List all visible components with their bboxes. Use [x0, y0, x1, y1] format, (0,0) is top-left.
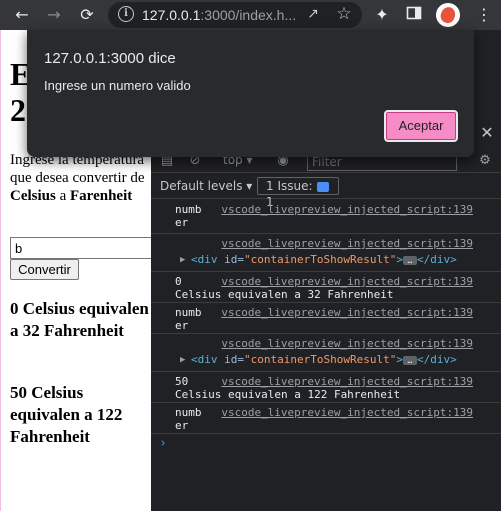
prompt-chevron-icon: ›	[159, 436, 167, 451]
extensions-puzzle-icon[interactable]: ✦	[372, 5, 392, 25]
temperature-input[interactable]	[10, 237, 151, 259]
dialog-message: Ingrese un numero valido	[44, 78, 191, 93]
site-info-icon[interactable]: i	[118, 6, 134, 22]
alert-dialog: 127.0.0.1:3000 dice Ingrese un numero va…	[27, 30, 474, 157]
conversion-prompt: Ingrese la temperatura que desea convert…	[10, 151, 150, 205]
console-log: vscode_livepreview_injected_script:139 n…	[151, 200, 501, 454]
url-text: 127.0.0.1:3000/index.h...	[142, 7, 297, 23]
convert-button[interactable]: Convertir	[10, 259, 79, 280]
issues-button[interactable]: 1 Issue:1	[257, 177, 339, 209]
console-message: vscode_livepreview_injected_script:139 n…	[151, 403, 501, 434]
source-link[interactable]: vscode_livepreview_injected_script:139	[221, 275, 473, 288]
collapsed-children-icon[interactable]: …	[402, 255, 417, 265]
console-message: vscode_livepreview_injected_script:139 n…	[151, 200, 501, 234]
prompt-connector: a	[59, 188, 67, 204]
console-message: vscode_livepreview_injected_script:139 ▶…	[151, 334, 501, 372]
reload-icon[interactable]: ⟳	[77, 5, 97, 25]
console-message: vscode_livepreview_injected_script:139 n…	[151, 303, 501, 334]
address-bar[interactable]: i 127.0.0.1:3000/index.h... ↗ ☆	[108, 2, 362, 28]
browser-toolbar: ← → ⟳ i 127.0.0.1:3000/index.h... ↗ ☆ ✦ …	[0, 0, 501, 30]
default-levels-dropdown[interactable]: Default levels ▾	[160, 179, 252, 193]
source-link[interactable]: vscode_livepreview_injected_script:139	[221, 306, 473, 319]
expand-caret-icon[interactable]: ▶	[180, 254, 185, 267]
console-settings-gear-icon[interactable]: ⚙	[477, 153, 493, 169]
source-link[interactable]: vscode_livepreview_injected_script:139	[221, 237, 473, 250]
levels-toolbar: Default levels ▾ 1 Issue:1	[151, 173, 501, 209]
console-message: vscode_livepreview_injected_script:139 ▶…	[151, 234, 501, 272]
side-panel-icon[interactable]	[404, 5, 424, 25]
menu-kebab-icon[interactable]: ⋮	[474, 5, 494, 25]
accept-button[interactable]: Aceptar	[384, 110, 458, 142]
unit-to: Farenheit	[70, 188, 133, 204]
source-link[interactable]: vscode_livepreview_injected_script:139	[221, 375, 473, 388]
source-link[interactable]: vscode_livepreview_injected_script:139	[221, 337, 473, 350]
source-link[interactable]: vscode_livepreview_injected_script:139	[221, 406, 473, 419]
result-2: 50 Celsius equivalen a 122 Fahrenheit	[10, 383, 123, 446]
prompt-text: Ingrese la temperatura que desea convert…	[10, 152, 145, 186]
bookmark-star-icon[interactable]: ☆	[334, 4, 354, 24]
back-arrow-icon[interactable]: ←	[12, 5, 32, 25]
console-message: vscode_livepreview_injected_script:139 0…	[151, 272, 501, 303]
source-link[interactable]: vscode_livepreview_injected_script:139	[221, 203, 473, 216]
close-devtools-icon[interactable]: ✕	[478, 124, 496, 142]
share-icon[interactable]: ↗	[304, 5, 322, 23]
console-prompt[interactable]: ›	[151, 434, 501, 454]
result-1: 0 Celsius equivalen a 32 Fahrenheit	[10, 299, 149, 340]
profile-avatar[interactable]	[436, 3, 460, 27]
console-message: vscode_livepreview_injected_script:139 5…	[151, 372, 501, 403]
expand-caret-icon[interactable]: ▶	[180, 354, 185, 367]
issue-message-icon	[316, 181, 329, 192]
collapsed-children-icon[interactable]: …	[402, 355, 417, 365]
forward-arrow-icon[interactable]: →	[44, 5, 64, 25]
unit-from: Celsius	[10, 188, 56, 204]
dialog-title: 127.0.0.1:3000 dice	[44, 50, 176, 67]
